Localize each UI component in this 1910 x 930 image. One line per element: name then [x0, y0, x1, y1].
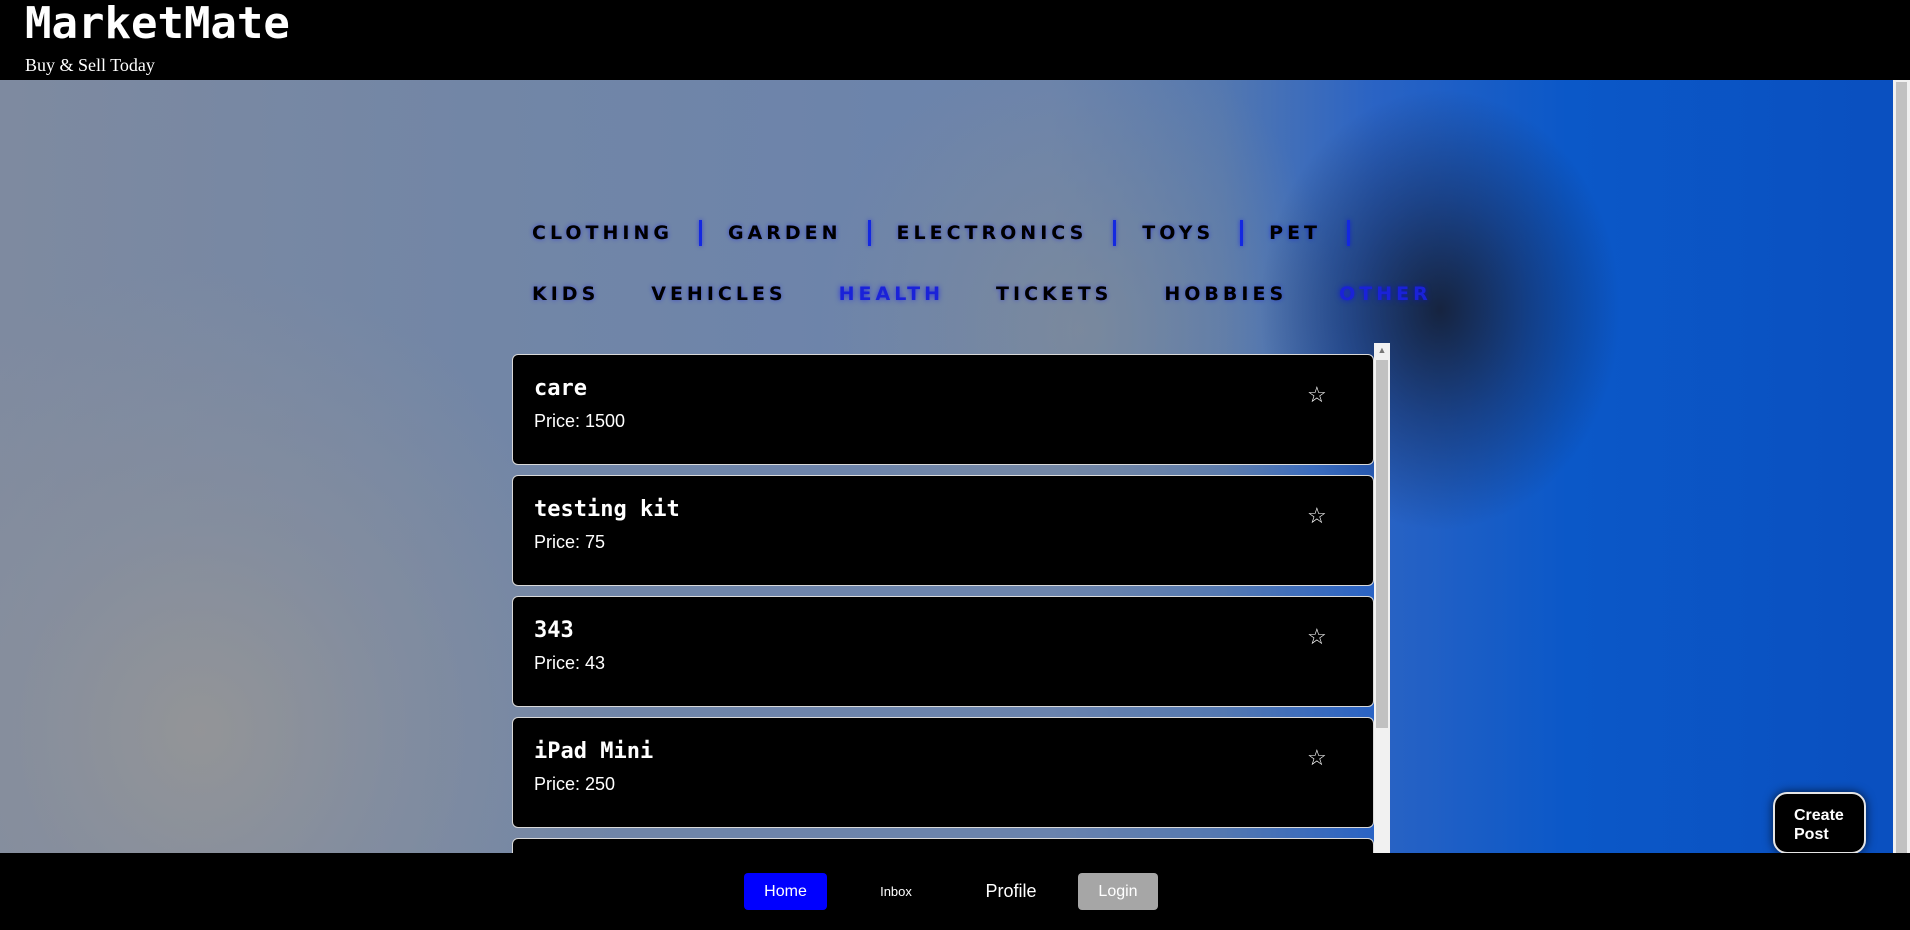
category-health[interactable]: HEALTH	[839, 283, 944, 305]
listing-title: testing kit	[534, 497, 680, 522]
star-outline-icon[interactable]: ☆	[1307, 505, 1327, 527]
nav-home-button[interactable]: Home	[744, 873, 827, 910]
listing-panel: care Price: 1500 ☆ testing kit Price: 75…	[512, 343, 1390, 853]
listing-price: Price: 250	[534, 774, 616, 794]
category-separator	[867, 220, 871, 246]
page-scrollbar-thumb[interactable]	[1896, 82, 1907, 853]
listing-card[interactable]: testing kit Price: 75 ☆	[512, 475, 1374, 586]
listing-list: care Price: 1500 ☆ testing kit Price: 75…	[512, 354, 1374, 853]
category-row-1: CLOTHING GARDEN ELECTRONICS TOYS PET	[532, 217, 1392, 249]
listing-title: iPad Mini	[534, 739, 654, 764]
star-outline-icon[interactable]: ☆	[1307, 626, 1327, 648]
category-clothing[interactable]: CLOTHING	[532, 222, 673, 244]
listing-price: Price: 1500	[534, 411, 626, 431]
category-vehicles[interactable]: VEHICLES	[651, 283, 786, 305]
listing-price: Price: 75	[534, 532, 606, 552]
star-outline-icon[interactable]: ☆	[1307, 384, 1327, 406]
scroll-up-arrow-icon[interactable]: ▲	[1374, 343, 1390, 357]
category-separator	[698, 220, 702, 246]
listing-card[interactable]: iPad Mini Price: 250 ☆	[512, 717, 1374, 828]
category-toys[interactable]: TOYS	[1142, 222, 1214, 244]
app-header: MarketMate Buy & Sell Today	[0, 0, 1910, 80]
nav-inbox-link[interactable]: Inbox	[866, 873, 926, 910]
create-post-button[interactable]: Create Post	[1773, 792, 1866, 854]
category-separator	[1347, 220, 1351, 246]
category-separator	[1113, 220, 1117, 246]
listing-scrollbar[interactable]: ▲	[1374, 343, 1390, 853]
star-outline-icon[interactable]: ☆	[1307, 747, 1327, 769]
footer-nav: Home Inbox Profile Login	[0, 853, 1910, 930]
category-other[interactable]: OTHER	[1339, 283, 1432, 305]
listing-card[interactable]: 343 Price: 43 ☆	[512, 596, 1374, 707]
brand-title[interactable]: MarketMate	[25, 0, 290, 48]
category-hobbies[interactable]: HOBBIES	[1164, 283, 1287, 305]
listing-title: care	[534, 376, 587, 401]
listing-card[interactable]: care Price: 1500 ☆	[512, 354, 1374, 465]
page-scrollbar[interactable]	[1893, 80, 1910, 853]
category-garden[interactable]: GARDEN	[728, 222, 842, 244]
listing-scrollbar-thumb[interactable]	[1376, 360, 1388, 728]
listing-card-partial[interactable]	[512, 838, 1374, 853]
nav-login-button[interactable]: Login	[1078, 873, 1158, 910]
category-pet[interactable]: PET	[1269, 222, 1321, 244]
brand-tagline: Buy & Sell Today	[25, 55, 155, 75]
listing-price: Price: 43	[534, 653, 606, 673]
category-electronics[interactable]: ELECTRONICS	[897, 222, 1088, 244]
category-separator	[1240, 220, 1244, 246]
category-row-2: KIDS VEHICLES HEALTH TICKETS HOBBIES OTH…	[532, 278, 1428, 310]
listing-title: 343	[534, 618, 574, 643]
category-tickets[interactable]: TICKETS	[996, 283, 1112, 305]
nav-profile-link[interactable]: Profile	[972, 873, 1050, 910]
category-nav: CLOTHING GARDEN ELECTRONICS TOYS PET KID…	[532, 217, 1428, 339]
category-kids[interactable]: KIDS	[532, 283, 599, 305]
